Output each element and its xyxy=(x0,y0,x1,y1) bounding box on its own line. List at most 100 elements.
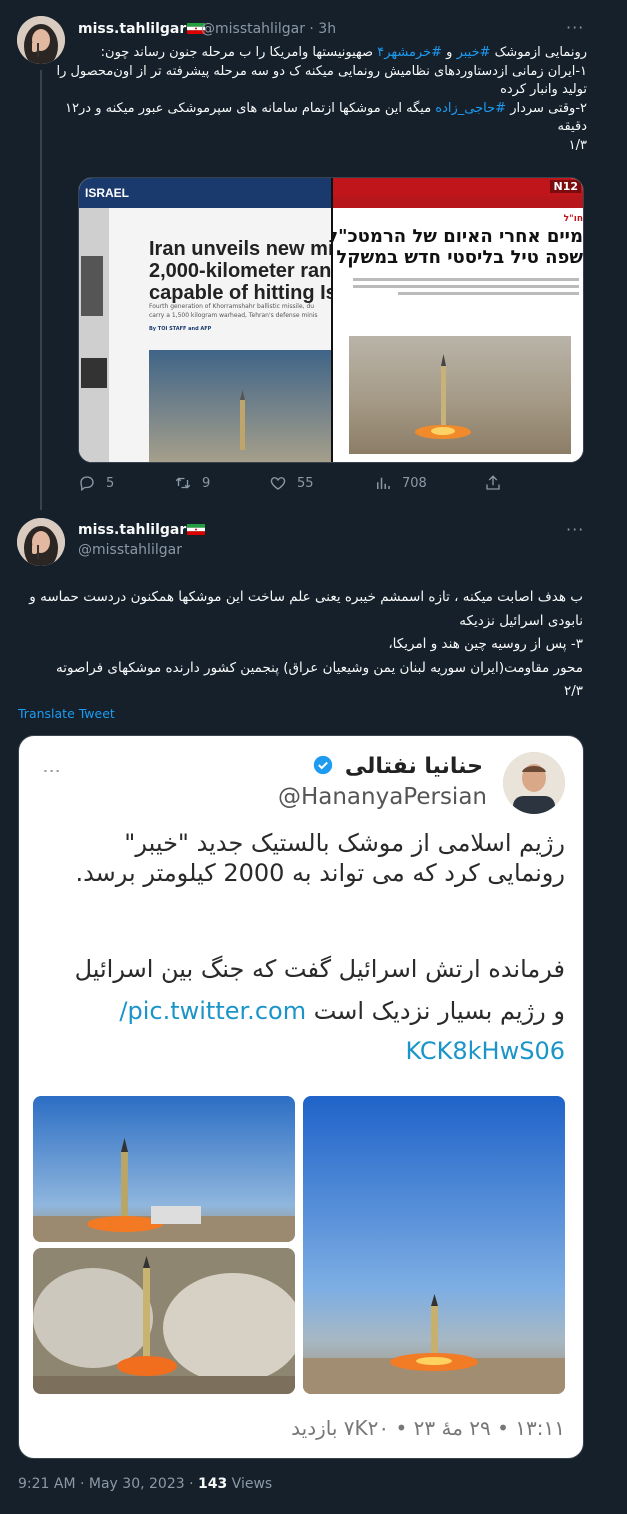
tweet-text-segment: دقیقه xyxy=(557,119,587,134)
embedded-text-line: رژیم اسلامی از موشک بالستیک جدید "خیبر" xyxy=(124,829,565,857)
author-name-text: miss.tahlilgar xyxy=(78,522,187,538)
subheading-line: carry a 1,500 kilogram warhead, Tehran's… xyxy=(149,312,318,319)
tweet-text-segment: ۲-وقتی سردار xyxy=(506,100,587,116)
missile-photo-left xyxy=(149,350,331,462)
headline-line: שפה טיל בליסטי חדש במשקל 1.5 טו xyxy=(333,247,583,268)
missile-launch-photo-3 xyxy=(303,1096,565,1394)
media-image-right[interactable]: N12 חו"ל מיים אחרי האיום של הרמטכ"ל: איר… xyxy=(333,178,583,462)
hashtag-link[interactable]: #حاجی_زاده xyxy=(435,101,506,116)
article-headline: Iran unveils new missil2,000-kilometer r… xyxy=(149,238,331,304)
article-subheading: Fourth generation of Khorramshahr ballis… xyxy=(149,302,318,320)
tweet-text-segment: ۱/۳ xyxy=(568,137,587,153)
view-count: 708 xyxy=(402,475,427,491)
missile-launch-photo-1 xyxy=(33,1096,295,1242)
n12-nav xyxy=(333,196,583,208)
tweet-text-line: ۱-ایران زمانی ازدستاوردهای نظامیش رونمای… xyxy=(56,63,587,82)
hashtag-link[interactable]: #خرمشهر۴ xyxy=(377,45,442,60)
tweet-text-line: محور مقاومت(ایران سوریه لبنان یمن وشیعیا… xyxy=(56,659,583,676)
tweet-body: ب هدف اصابت میکنه ، تازه اسمشم خیبره یعن… xyxy=(3,586,583,704)
handle-text: @misstahlilgar xyxy=(201,21,305,37)
embedded-author-handle: @HananyaPersian xyxy=(277,784,487,810)
verified-badge-icon xyxy=(314,755,333,775)
retweet-icon xyxy=(175,477,191,489)
tweet-text-line: نابودی اسرائیل نزدیکه xyxy=(459,612,583,629)
tweet-text-line: ب هدف اصابت میکنه ، تازه اسمشم خیبره یعن… xyxy=(29,589,583,605)
embedded-tweet-text-3: و رژیم بسیار نزدیک است pic.twitter.com/ xyxy=(119,996,565,1026)
n12-headline: מיים אחרי האיום של הרמטכ"ל: איראןשפה טיל… xyxy=(333,226,583,268)
tweet-text-line: تولید وانبار کرده xyxy=(57,81,587,100)
tweet-text-line: دقیقه xyxy=(57,118,587,137)
share-button[interactable] xyxy=(484,474,512,492)
reply-icon xyxy=(80,476,94,492)
side-panel xyxy=(79,208,109,462)
embedded-link-1: pic.twitter.com/ xyxy=(119,997,307,1025)
toi-brand: ISRAEL xyxy=(85,186,130,200)
embedded-author-name: حنانیا نفتالی xyxy=(313,754,483,779)
tweet-text-segment: تولید وانبار کرده xyxy=(500,82,587,97)
views-count: 143 xyxy=(197,1476,228,1492)
n12-logo: N12 xyxy=(550,180,581,193)
tweet-text-segment: صهیونیستها وامریکا را ب مرحله جنون رساند… xyxy=(100,45,378,60)
tweet-text-segment: رونمایی ازموشک xyxy=(490,45,587,60)
missile-photo-right xyxy=(349,336,571,454)
embedded-avatar-photo xyxy=(503,752,565,814)
author-handle[interactable]: @misstahlilgar xyxy=(78,542,182,558)
more-options-icon[interactable]: ··· xyxy=(566,18,584,37)
avatar[interactable] xyxy=(17,518,65,566)
iran-flag-icon xyxy=(187,524,206,535)
retweet-button[interactable]: 9 xyxy=(174,474,210,492)
embedded-avatar xyxy=(503,752,565,814)
n12-section-tag: חו"ל xyxy=(563,214,583,224)
tweet-text-line: ۲-وقتی سردار #حاجی_زاده میگه این موشکها … xyxy=(57,100,587,119)
reply-button[interactable]: 5 xyxy=(78,474,114,492)
author-name[interactable]: miss.tahlilgar xyxy=(78,21,206,37)
tweet-text-segment: و xyxy=(442,45,457,60)
tweet-body: رونمایی ازموشک #خیبر و #خرمشهر۴ صهیونیست… xyxy=(56,44,587,156)
hashtag-link[interactable]: #خیبر xyxy=(457,45,491,60)
tweet-time[interactable]: · 3h xyxy=(309,21,336,37)
heart-icon xyxy=(270,477,286,490)
views-label: Views xyxy=(227,1476,273,1492)
retweet-count: 9 xyxy=(202,475,211,491)
embedded-text-line: رونمایی کرد که می تواند به 2000 کیلومتر … xyxy=(75,859,565,887)
embedded-author-name-text: حنانیا نفتالی xyxy=(344,754,483,779)
author-name[interactable]: miss.tahlilgar xyxy=(78,522,206,538)
views-button[interactable]: 708 xyxy=(374,474,427,492)
like-button[interactable]: 55 xyxy=(269,474,314,492)
thread-line xyxy=(40,70,42,510)
tweet-text-line: ۲/۳ xyxy=(563,683,583,699)
headline-line: מיים אחרי האיום של הרמטכ"ל: איראן xyxy=(333,226,583,247)
avatar-photo xyxy=(17,518,65,566)
tweet-timestamp: 9:21 AM · May 30, 2023 · 143 Views xyxy=(18,1476,272,1492)
reply-count: 5 xyxy=(106,475,115,491)
n12-header-bar xyxy=(333,178,583,196)
tweet-media[interactable]: ISRAEL Iran unveils new missil2,000-kilo… xyxy=(78,177,584,463)
tweet-actions: 5 9 55 708 xyxy=(78,474,508,496)
more-options-icon[interactable]: ··· xyxy=(566,520,584,539)
embedded-tweet-text-2: فرمانده ارتش اسرائیل گفت که جنگ بین اسرا… xyxy=(74,955,565,983)
embedded-more-icon: ⋮ xyxy=(41,762,62,782)
headline-line: capable of hitting Israe xyxy=(149,282,331,304)
share-icon xyxy=(486,475,500,490)
subheading-line: Fourth generation of Khorramshahr ballis… xyxy=(149,303,315,310)
tweet-text-line: ۱/۳ xyxy=(57,137,587,156)
headline-line: 2,000-kilometer range xyxy=(149,260,331,282)
tweet-media-image[interactable]: ⋮ حنانیا نفتالی @HananyaPersian رژیم اسل… xyxy=(18,735,584,1459)
embedded-link-2: KCK8kHwS06 xyxy=(405,1037,565,1065)
embedded-text-3-prefix: و رژیم بسیار نزدیک است xyxy=(306,997,565,1025)
media-image-left[interactable]: ISRAEL Iran unveils new missil2,000-kilo… xyxy=(79,178,331,462)
embedded-tweet-footer: ۱۳:۱۱ • ۲۹ مهٔ ۲۳ • ۷K۲۰ بازدید xyxy=(291,1416,565,1440)
author-handle[interactable]: @misstahlilgar · 3h xyxy=(201,21,336,37)
tweet-text-segment: ۱-ایران زمانی ازدستاوردهای نظامیش رونمای… xyxy=(56,63,587,79)
timestamp-text[interactable]: 9:21 AM · May 30, 2023 · xyxy=(18,1476,198,1492)
tweet-text-line: رونمایی ازموشک #خیبر و #خرمشهر۴ صهیونیست… xyxy=(57,44,587,63)
author-name-text: miss.tahlilgar xyxy=(78,21,187,37)
n12-subtext xyxy=(353,274,579,304)
tweet-text-segment: میگه این موشکها ازتمام سامانه های سپرموش… xyxy=(65,100,436,116)
tweet-text-line: ۳- پس از روسیه چین هند و امریکا، xyxy=(388,636,583,652)
translate-tweet-link[interactable]: Translate Tweet xyxy=(18,706,115,721)
missile-launch-photo-2 xyxy=(33,1248,295,1394)
embedded-tweet-text: رژیم اسلامی از موشک بالستیک جدید "خیبر" ر… xyxy=(75,828,565,888)
article-byline: By TOI STAFF and AFP xyxy=(149,326,212,332)
headline-line: Iran unveils new missil xyxy=(149,238,331,260)
